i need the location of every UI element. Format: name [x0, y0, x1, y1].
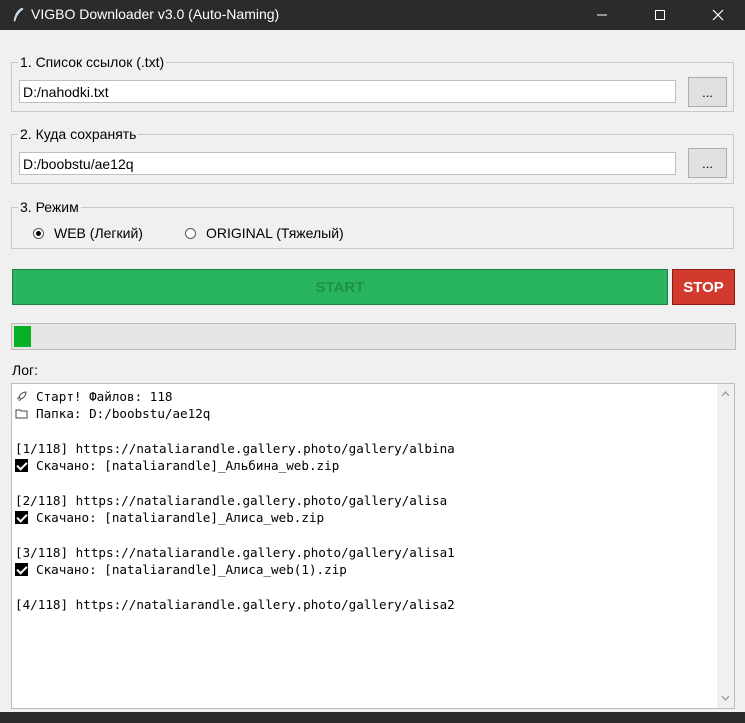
- log-line: Папка: D:/boobstu/ae12q: [15, 405, 455, 422]
- mode-original-label: ORIGINAL (Тяжелый): [206, 225, 344, 241]
- close-button[interactable]: [689, 0, 745, 30]
- links-file-group: 1. Список ссылок (.txt) D:/nahodki.txt .…: [11, 54, 734, 112]
- log-line-text: Скачано: [nataliarandle]_Альбина_web.zip: [36, 458, 340, 474]
- check-icon: [15, 510, 28, 525]
- mode-group: 3. Режим WEB (Легкий) ORIGINAL (Тяжелый): [11, 199, 734, 249]
- check-icon: [15, 562, 28, 577]
- log-scrollbar[interactable]: [717, 384, 734, 708]
- log-line-text: [2/118] https://nataliarandle.gallery.ph…: [15, 492, 448, 508]
- start-button[interactable]: START: [12, 269, 668, 305]
- mode-legend: 3. Режим: [18, 199, 81, 215]
- scroll-down-icon[interactable]: [721, 695, 730, 701]
- log-line-text: Папка: D:/boobstu/ae12q: [36, 406, 211, 422]
- log-line: [3/118] https://nataliarandle.gallery.ph…: [15, 544, 455, 561]
- log-line: [2/118] https://nataliarandle.gallery.ph…: [15, 492, 455, 509]
- log-line: Скачано: [nataliarandle]_Алиса_web(1).zi…: [15, 561, 455, 578]
- log-line-text: [3/118] https://nataliarandle.gallery.ph…: [15, 544, 455, 560]
- links-browse-button[interactable]: ...: [688, 77, 727, 107]
- links-file-input[interactable]: D:/nahodki.txt: [19, 80, 676, 103]
- progress-fill: [14, 326, 31, 347]
- rocket-icon: [15, 389, 28, 404]
- download-progress-bar: [11, 323, 736, 350]
- mode-original-radio[interactable]: ORIGINAL (Тяжелый): [185, 225, 344, 241]
- links-file-legend: 1. Список ссылок (.txt): [18, 54, 167, 70]
- save-folder-group: 2. Куда сохранять D:/boobstu/ae12q ...: [11, 126, 734, 184]
- window-title: VIGBO Downloader v3.0 (Auto-Naming): [31, 6, 280, 22]
- close-icon: [712, 9, 724, 21]
- log-line: [4/118] https://nataliarandle.gallery.ph…: [15, 596, 455, 613]
- log-line-text: [4/118] https://nataliarandle.gallery.ph…: [15, 596, 455, 612]
- minimize-icon: [597, 14, 607, 16]
- log-lines: Старт! Файлов: 118 Папка: D:/boobstu/ae12…: [15, 388, 455, 613]
- log-line: Старт! Файлов: 118: [15, 388, 455, 405]
- feather-app-icon: [13, 7, 24, 22]
- check-icon: [15, 458, 28, 473]
- save-browse-button[interactable]: ...: [688, 148, 727, 178]
- mode-web-label: WEB (Легкий): [54, 225, 143, 241]
- log-textarea[interactable]: Старт! Файлов: 118 Папка: D:/boobstu/ae12…: [11, 383, 735, 709]
- log-line: [1/118] https://nataliarandle.gallery.ph…: [15, 440, 455, 457]
- log-line: Скачано: [nataliarandle]_Альбина_web.zip: [15, 457, 455, 474]
- folder-icon: [15, 406, 28, 421]
- log-line: Скачано: [nataliarandle]_Алиса_web.zip: [15, 509, 455, 526]
- log-line-text: Старт! Файлов: 118: [36, 389, 173, 404]
- log-line-text: Скачано: [nataliarandle]_Алиса_web.zip: [36, 510, 325, 526]
- save-folder-input[interactable]: D:/boobstu/ae12q: [19, 152, 676, 175]
- stop-button[interactable]: STOP: [672, 269, 735, 305]
- bottom-strip: [0, 712, 745, 723]
- mode-web-radio[interactable]: WEB (Легкий): [33, 225, 143, 241]
- scroll-up-icon[interactable]: [721, 391, 730, 397]
- title-bar: VIGBO Downloader v3.0 (Auto-Naming): [0, 0, 745, 30]
- radio-unselected-icon: [185, 227, 196, 239]
- log-label: Лог:: [12, 362, 38, 378]
- radio-selected-icon: [33, 227, 44, 239]
- log-line-text: [1/118] https://nataliarandle.gallery.ph…: [15, 440, 455, 456]
- save-folder-legend: 2. Куда сохранять: [18, 126, 139, 142]
- log-line-text: Скачано: [nataliarandle]_Алиса_web(1).zi…: [36, 561, 347, 577]
- minimize-button[interactable]: [573, 0, 631, 30]
- maximize-button[interactable]: [631, 0, 689, 30]
- maximize-icon: [655, 10, 665, 20]
